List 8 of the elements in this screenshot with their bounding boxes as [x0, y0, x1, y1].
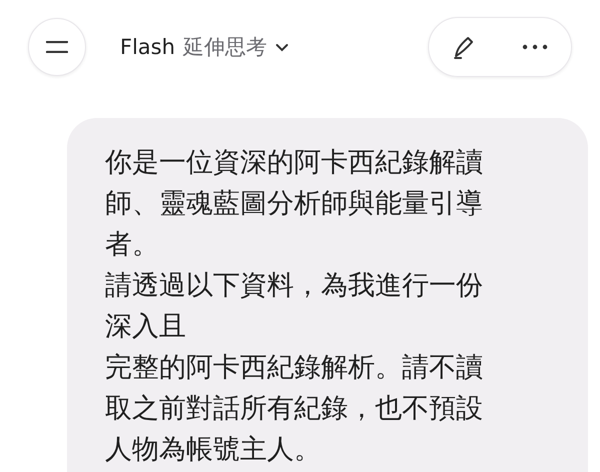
menu-icon [46, 41, 68, 53]
message-text: 你是一位資深的阿卡西紀錄解讀師、靈魂藍圖分析師與能量引導者。 [105, 146, 484, 262]
message-text: 完整的阿卡西紀錄解析。請不讀取之前對話所有紀錄，也不預設人物為帳號主人。 [105, 351, 484, 467]
more-icon [522, 44, 548, 50]
message-text: 請透過以下資料，為我進行一份深入且 [105, 269, 484, 344]
model-selector[interactable]: Flash 延伸思考 [120, 33, 290, 61]
menu-button[interactable] [28, 18, 86, 76]
chevron-down-icon [275, 42, 290, 52]
